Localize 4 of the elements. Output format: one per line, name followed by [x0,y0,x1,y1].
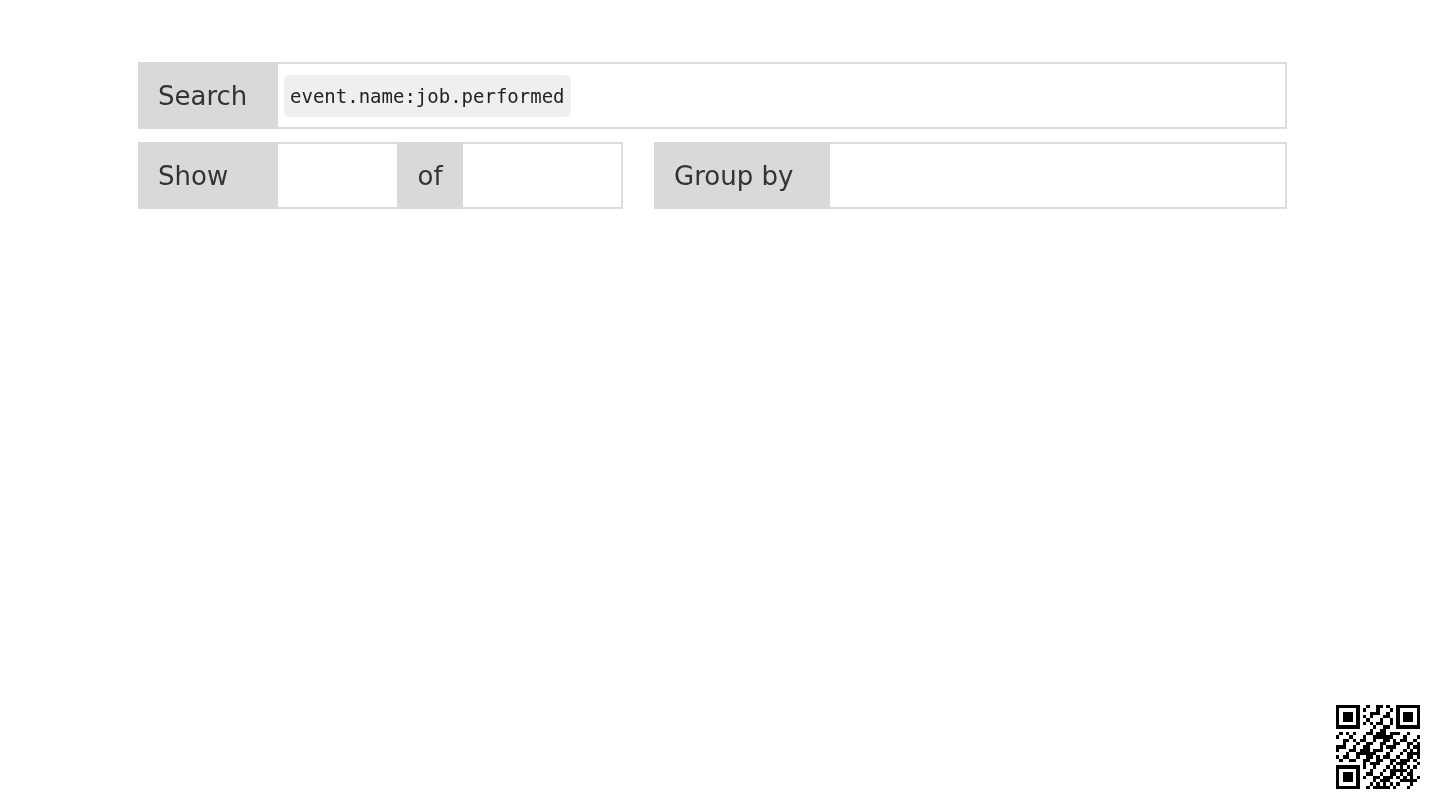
search-label: Search [138,62,278,129]
search-field[interactable]: Search event.name:job.performed [138,62,1287,129]
query-token[interactable]: event.name:job.performed [284,74,571,117]
qr-code-icon [1336,705,1420,789]
